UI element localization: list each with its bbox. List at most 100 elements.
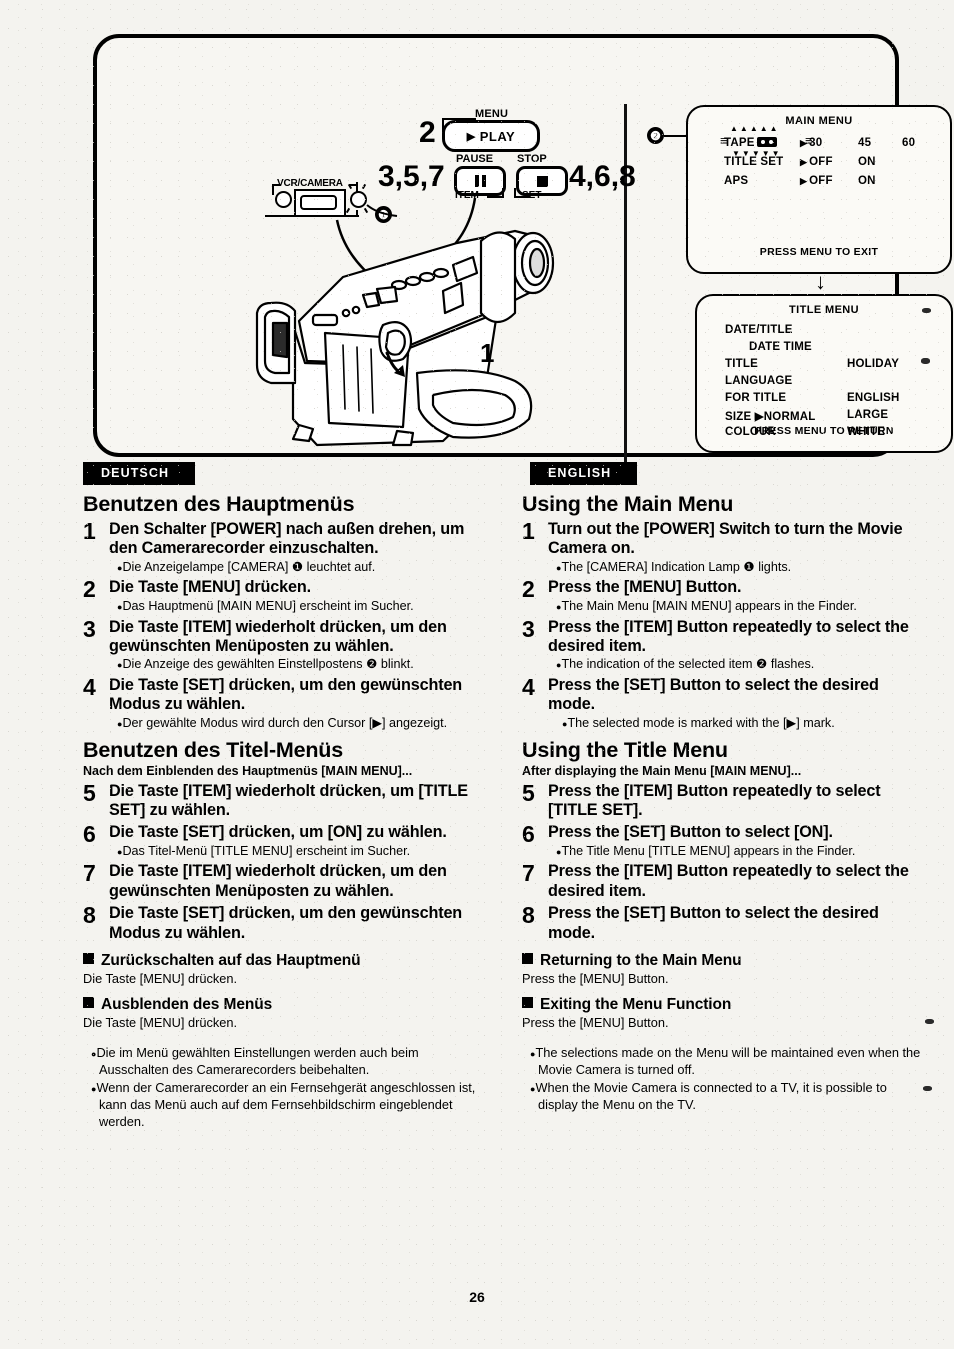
callout-marker-2: ❷ [647,127,664,144]
camcorder-illustration [255,229,555,447]
german-section1-title: Benutzen des Hauptmenüs [83,492,355,516]
main-menu-value-2[interactable]: ON [858,156,902,168]
step-note: The indication of the selected item ❷ fl… [556,657,922,673]
main-menu-title: MAIN MENU [785,115,853,127]
title-menu-row-label: TITLE [725,358,758,370]
step-text: Die Taste [ITEM] wiederholt drücken, um … [109,781,468,819]
title-menu-row[interactable]: LANGUAGE [697,375,951,392]
step-note: Die Anzeigelampe [CAMERA] ❶ leuchtet auf… [117,560,483,576]
main-menu-value-2[interactable]: 45 [858,137,902,149]
blink-marks-bottom: ▼▼▼▼▼ [732,149,782,158]
step-number: 8 [83,902,96,929]
title-menu-row-label: FOR TITLE [725,392,787,404]
german-step: 8 Die Taste [SET] drücken, um den gewüns… [83,903,483,943]
english-step: 5 Press the [ITEM] Button repeatedly to … [522,779,922,821]
english-step: 2 Press the [MENU] Button. The Main Menu… [522,577,922,614]
title-menu-row-label: LANGUAGE [725,375,793,387]
step-note: The [CAMERA] Indication Lamp ❶ lights. [556,560,922,576]
blink-mark-right: ≡ [805,133,813,148]
step-note: Der gewählte Modus wird durch den Cursor… [117,716,483,732]
title-menu-row-label: DATE TIME [749,341,812,353]
camera-step-number-1: 1 [480,338,495,368]
english-column: Using the Main Menu 1 Turn out the [POWE… [522,492,922,1114]
step-text: Press the [SET] Button to select the des… [548,904,879,942]
step-number: 7 [83,860,96,887]
english-step: 8 Press the [SET] Button to select the d… [522,903,922,943]
english-step: 3 Press the [ITEM] Button repeatedly to … [522,615,922,673]
step-number: 5 [83,779,96,806]
title-menu-row-value[interactable]: LARGE [847,409,888,426]
step-number: 7 [522,860,535,887]
main-menu-value-1: ▶ OFF [800,155,833,168]
step-text: Den Schalter [POWER] nach außen drehen, … [109,520,465,558]
main-menu-value-2[interactable]: ON [858,175,902,187]
blink-mark-left: ≡ [720,133,728,148]
step-number: 5 [522,779,535,806]
language-tag-english: ENGLISH [530,462,638,485]
step-number: 4 [522,674,535,701]
german-step: 5 Die Taste [ITEM] wiederholt drücken, u… [83,779,483,821]
german-tail-note: Die im Menü gewählten Einstellungen werd… [91,1045,483,1078]
main-menu-row-title-set[interactable]: TITLE SET ▶ OFF ON [688,152,950,171]
title-menu-row-value[interactable]: ENGLISH [847,392,900,409]
step-note: Das Titel-Menü [TITLE MENU] erscheint im… [117,844,483,860]
illustration-frame: MENU ▶ PLAY 2 PAUSE ITEM 3,5,7 STOP SET 4… [93,34,953,479]
step-note: The Main Menu [MAIN MENU] appears in the… [556,599,922,615]
step-text: Die Taste [MENU] drücken. [109,578,311,597]
step-text: Press the [MENU] Button. [548,578,742,597]
step-text: Die Taste [ITEM] wiederholt drücken, um … [109,617,447,655]
blink-marks-top: ▲▲▲▲▲ [730,124,780,133]
title-menu-row[interactable]: SIZE ▶NORMAL LARGE [697,409,951,426]
german-step: 3 Die Taste [ITEM] wiederholt drücken, u… [83,616,483,673]
main-menu-row-aps[interactable]: APS ▶ OFF ON [688,171,950,190]
step-number: 4 [83,674,96,701]
step-number: 2 [522,576,535,603]
title-menu-osd: TITLE MENU DATE/TITLE DATE TIME TITLE HO… [695,294,953,453]
step-number: 1 [522,518,535,544]
english-tail-notes: The selections made on the Menu will be … [522,1045,922,1114]
german-tail-note: Wenn der Camerarecorder an ein Fernsehge… [91,1080,483,1130]
german-sub1-text: Die Taste [MENU] drücken. [83,971,238,987]
step-number: 2 [83,576,96,603]
german-step: 4 Die Taste [SET] drücken, um den gewüns… [83,675,483,731]
step-note: The Title Menu [TITLE MENU] appears in t… [556,844,922,860]
step-text: Turn out the [POWER] Switch to turn the … [548,520,903,558]
english-section1-title: Using the Main Menu [522,492,734,516]
title-menu-row-label: DATE/TITLE [725,324,793,336]
title-menu-row-value[interactable]: HOLIDAY [847,358,899,375]
main-menu-value-3[interactable]: 60 [902,137,942,149]
main-menu-rows: ▲▲▲▲▲ ≡ ≡ ▼▼▼▼▼ TAPE ▶ 30 45 60 TITLE SET… [688,124,950,190]
english-step: 7 Press the [ITEM] Button repeatedly to … [522,861,922,901]
step-text: Press the [ITEM] Button repeatedly to se… [548,617,909,655]
language-tag-german: DEUTSCH [83,462,196,485]
scan-artifact [925,1019,934,1024]
title-menu-row[interactable]: DATE/TITLE [697,324,951,341]
scan-artifact [921,358,930,364]
step-text: Die Taste [SET] drücken, um den gewünsch… [109,904,463,942]
page-number: 26 [469,1289,485,1305]
german-section2-title: Benutzen des Titel-Menüs [83,737,344,762]
english-tail-note: When the Movie Camera is connected to a … [530,1080,922,1113]
english-tail-note: The selections made on the Menu will be … [530,1045,922,1078]
english-section2-note: After displaying the Main Menu [MAIN MEN… [522,763,802,778]
german-step: 1 Den Schalter [POWER] nach außen drehen… [83,519,483,575]
step-text: Press the [ITEM] Button repeatedly to se… [548,862,909,900]
flow-arrow-icon: ↓ [815,269,826,294]
main-menu-value-1: ▶ OFF [800,174,833,187]
german-step: 2 Die Taste [MENU] drücken. Das Hauptmen… [83,577,483,614]
title-menu-row[interactable]: DATE TIME [697,341,951,358]
title-menu-row[interactable]: TITLE HOLIDAY [697,358,951,375]
step-text: Press the [SET] Button to select the des… [548,676,879,714]
german-sub2-text: Die Taste [MENU] drücken. [83,1015,238,1031]
main-menu-osd: MAIN MENU ▲▲▲▲▲ ≡ ≡ ▼▼▼▼▼ TAPE ▶ 30 45 60… [686,105,952,274]
german-column: Benutzen des Hauptmenüs 1 Den Schalter [… [83,492,483,1130]
german-step: 6 Die Taste [SET] drücken, um [ON] zu wä… [83,822,483,859]
step-text: Die Taste [ITEM] wiederholt drücken, um … [109,862,447,900]
scan-artifact [923,1086,932,1091]
step-number: 3 [522,615,535,642]
german-sub2-head: Ausblenden des Menüs [83,996,483,1014]
title-menu-row[interactable]: FOR TITLE ENGLISH [697,392,951,409]
title-menu-footer: PRESS MENU TO RETURN [754,425,894,437]
english-step: 6 Press the [SET] Button to select [ON].… [522,822,922,859]
step-note: Das Hauptmenü [MAIN MENU] erscheint im S… [117,599,483,615]
